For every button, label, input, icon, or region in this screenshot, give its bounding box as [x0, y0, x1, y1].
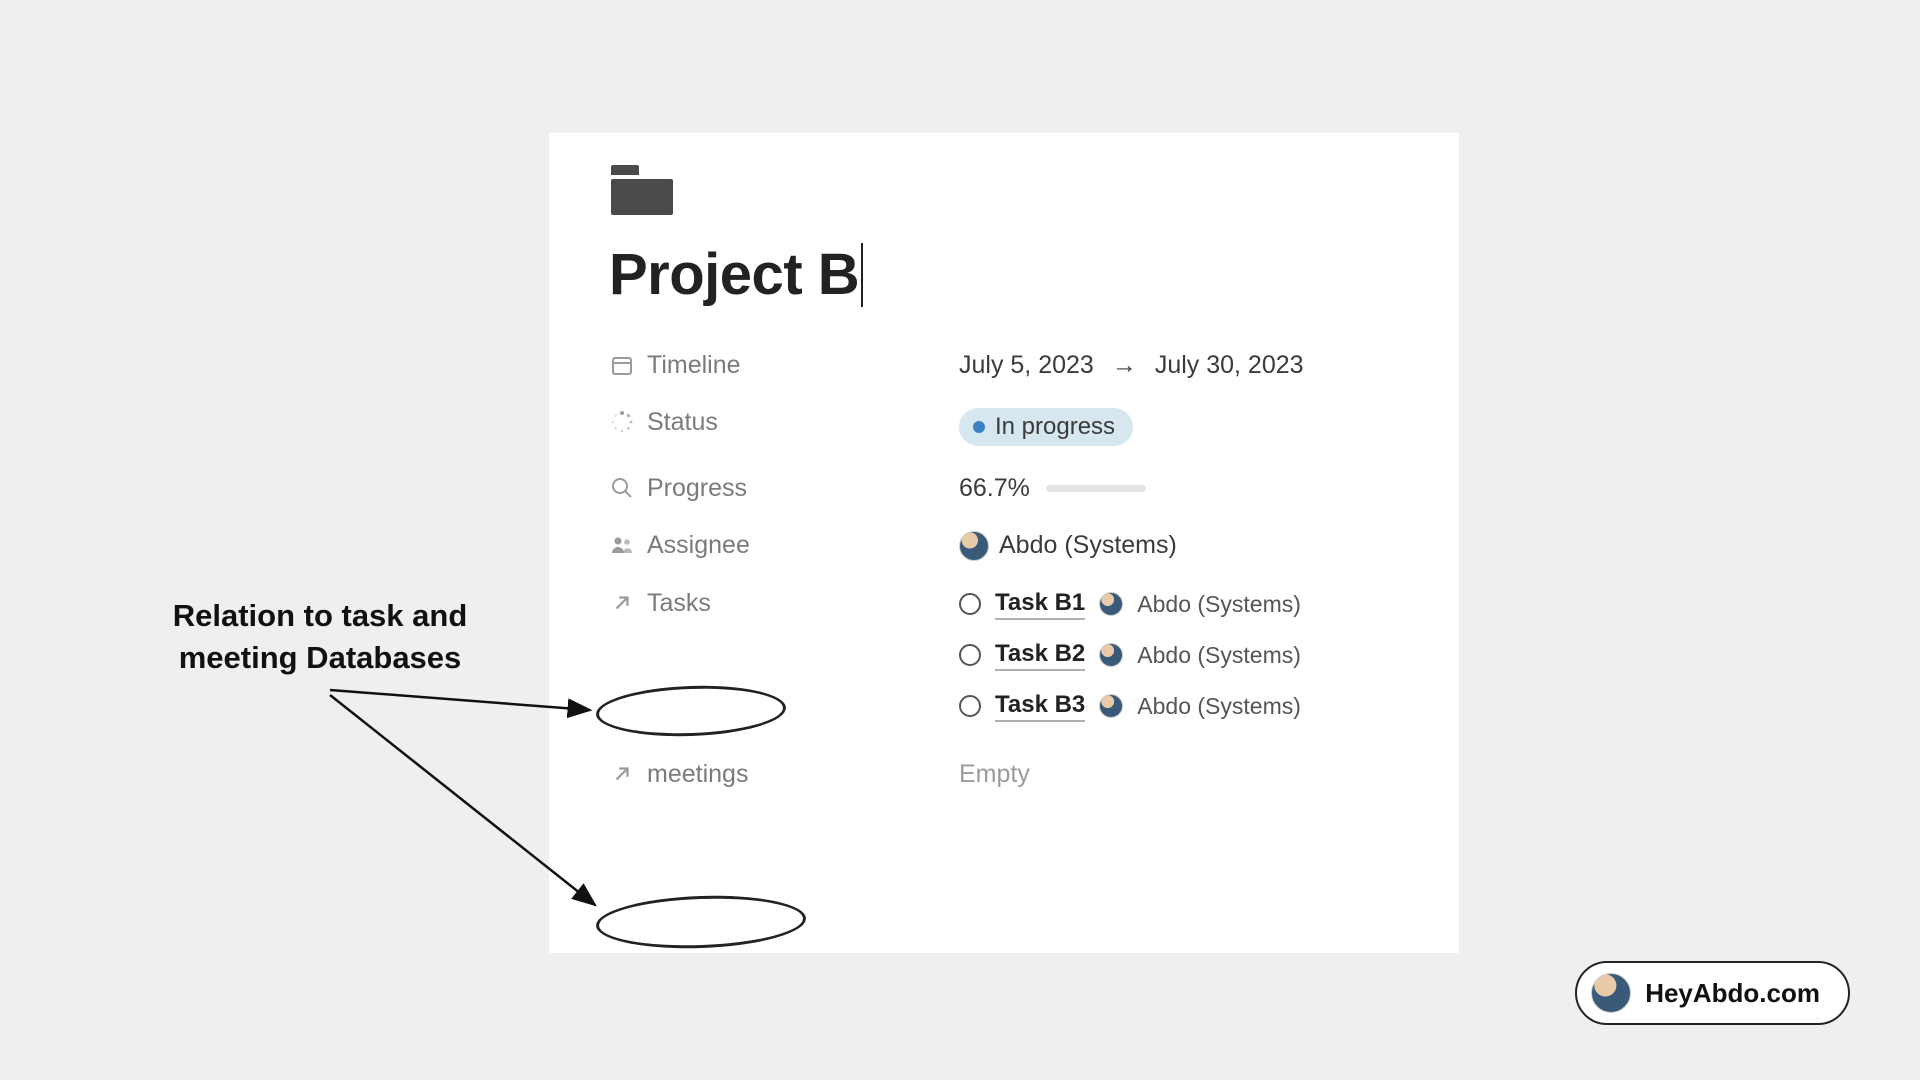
arrow-right-icon: → — [1112, 351, 1137, 380]
tasks-list: Task B1 Abdo (Systems) Task B2 Abdo (Sys… — [959, 589, 1301, 722]
avatar — [1099, 592, 1123, 616]
page-title[interactable]: Project B — [609, 243, 863, 307]
progress-bar — [1046, 485, 1146, 492]
property-label: Tasks — [647, 589, 711, 618]
property-tasks[interactable]: Tasks Task B1 Abdo (Systems) — [609, 589, 1399, 722]
calendar-icon — [609, 352, 635, 378]
property-meetings[interactable]: meetings Empty — [609, 760, 1399, 789]
checkbox-circle-icon[interactable] — [959, 695, 981, 717]
avatar — [959, 531, 989, 561]
property-progress[interactable]: Progress 66.7% — [609, 474, 1399, 503]
task-name[interactable]: Task B2 — [995, 640, 1085, 671]
task-item[interactable]: Task B1 Abdo (Systems) — [959, 589, 1301, 620]
properties-list: Timeline July 5, 2023 → July 30, 2023 — [609, 351, 1399, 789]
progress-text: 66.7% — [959, 474, 1030, 503]
task-item[interactable]: Task B3 Abdo (Systems) — [959, 691, 1301, 722]
page-card: Project B Timeline July 5, — [549, 133, 1459, 953]
timeline-value[interactable]: July 5, 2023 → July 30, 2023 — [959, 351, 1399, 380]
status-badge[interactable]: In progress — [959, 408, 1133, 446]
brand-text: HeyAbdo.com — [1645, 978, 1820, 1009]
people-icon — [609, 532, 635, 558]
property-assignee[interactable]: Assignee Abdo (Systems) — [609, 531, 1399, 561]
property-label: Assignee — [647, 531, 750, 560]
property-timeline[interactable]: Timeline July 5, 2023 → July 30, 2023 — [609, 351, 1399, 380]
task-assignee: Abdo (Systems) — [1137, 642, 1301, 669]
status-text: In progress — [995, 413, 1115, 441]
task-assignee: Abdo (Systems) — [1137, 591, 1301, 618]
assignee-name: Abdo (Systems) — [999, 531, 1177, 560]
property-label: Timeline — [647, 351, 741, 380]
property-label: Status — [647, 408, 718, 437]
search-icon — [609, 475, 635, 501]
relation-arrow-icon — [609, 590, 635, 616]
task-item[interactable]: Task B2 Abdo (Systems) — [959, 640, 1301, 671]
brand-badge[interactable]: HeyAbdo.com — [1575, 961, 1850, 1025]
timeline-to: July 30, 2023 — [1155, 351, 1304, 380]
task-name[interactable]: Task B3 — [995, 691, 1085, 722]
status-dot-icon — [973, 421, 985, 433]
task-name[interactable]: Task B1 — [995, 589, 1085, 620]
avatar — [1099, 643, 1123, 667]
progress-value[interactable]: 66.7% — [959, 474, 1399, 503]
checkbox-circle-icon[interactable] — [959, 593, 981, 615]
avatar — [1099, 694, 1123, 718]
meetings-empty[interactable]: Empty — [959, 760, 1030, 789]
property-status[interactable]: Status In progress — [609, 408, 1399, 446]
relation-arrow-icon — [609, 761, 635, 787]
property-label: Progress — [647, 474, 747, 503]
avatar — [1591, 973, 1631, 1013]
timeline-from: July 5, 2023 — [959, 351, 1094, 380]
task-assignee: Abdo (Systems) — [1137, 693, 1301, 720]
annotation-label: Relation to task and meeting Databases — [130, 595, 510, 679]
folder-icon[interactable] — [611, 165, 673, 215]
assignee-value[interactable]: Abdo (Systems) — [959, 531, 1399, 561]
checkbox-circle-icon[interactable] — [959, 644, 981, 666]
property-label: meetings — [647, 760, 748, 789]
status-loader-icon — [609, 409, 635, 435]
